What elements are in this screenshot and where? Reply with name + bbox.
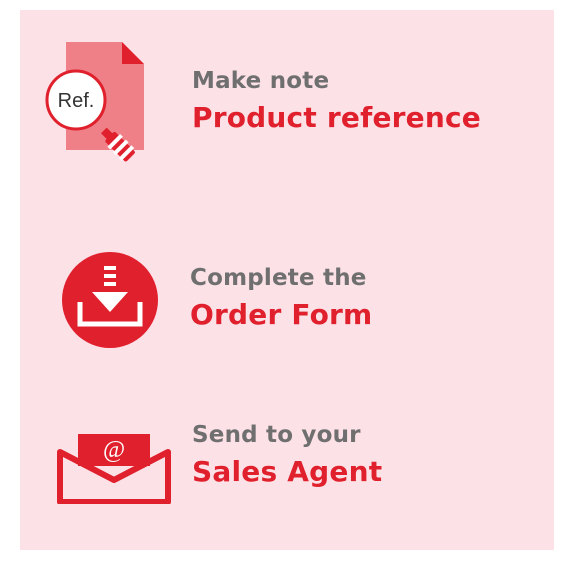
step-order-form: Complete the Order Form [20, 230, 554, 360]
step-sales-agent: @ Send to your Sales Agent [20, 400, 554, 530]
step-highlight: Product reference [192, 101, 481, 134]
step-highlight: Order Form [190, 298, 373, 331]
step-title: Make note [192, 68, 330, 94]
step-text: Complete the Order Form [190, 261, 372, 335]
step-text: Send to your Sales Agent [192, 418, 382, 492]
step-title: Send to your [192, 422, 361, 448]
envelope-at-icon: @ [57, 434, 171, 504]
step-highlight: Sales Agent [192, 455, 383, 488]
download-circle-icon [62, 252, 158, 348]
ref-label: Ref. [58, 90, 95, 112]
step-text: Make note Product reference [192, 64, 481, 138]
document-magnifier-icon: Ref. [45, 42, 144, 162]
step-product-reference: Ref. Make note Product reference [20, 10, 554, 190]
step-title: Complete the [190, 265, 367, 291]
steps-panel: Ref. Make note Product reference Complet… [20, 10, 554, 550]
at-label: @ [103, 437, 125, 463]
